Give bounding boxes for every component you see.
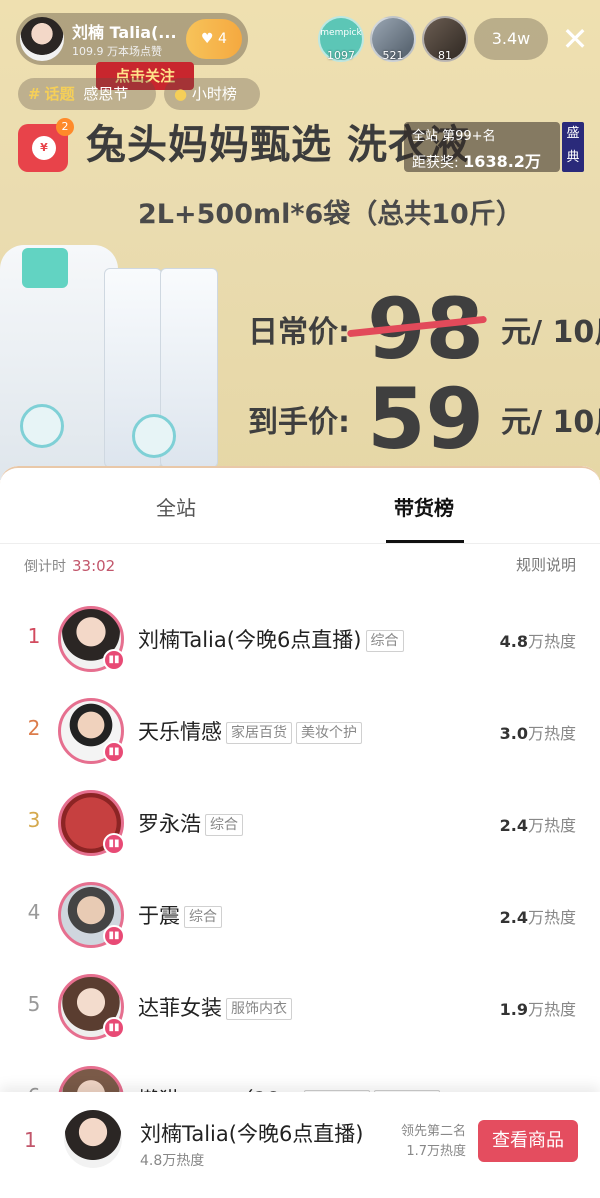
table-row[interactable]: 2 ▮▮ 天乐情感 家居百货 美妆个护 3.0万热度 (0, 686, 600, 778)
streamer-name: 刘楠Talia(今晚6点直播) 综合 (138, 624, 404, 654)
avatar[interactable]: ▮▮ (58, 606, 125, 672)
tab-site-wide[interactable]: 全站 (156, 492, 196, 521)
daily-price-label: 日常价: (248, 315, 350, 350)
viewer-count[interactable]: 3.4w (474, 18, 548, 60)
rank-number: 4 (27, 900, 41, 924)
heat-value: 2.4万热度 (499, 816, 576, 835)
rank-number: 1 (27, 624, 41, 648)
table-row[interactable]: 5 ▮▮ 达菲女装 服饰内衣 1.9万热度 (0, 962, 600, 1054)
avatar[interactable]: ▮▮ (58, 790, 125, 856)
event-badge[interactable]: 盛典 (562, 122, 584, 172)
hour-rank-pill[interactable]: ● 小时榜 (164, 78, 260, 110)
ranking-status-panel[interactable]: 全站 第99+名 距获奖: 1638.2万 (404, 122, 560, 172)
live-stream-view: 兔头妈妈甄选 洗衣液 2L+500ml*6袋（总共10斤） 日常价: 98 元/… (0, 0, 600, 480)
live-indicator-icon: ▮▮ (103, 925, 125, 947)
category-tag: 综合 (365, 630, 404, 652)
countdown: 倒计时 33:02 (24, 557, 116, 575)
avatar[interactable]: ▮▮ (58, 882, 125, 948)
avatar[interactable]: ▮▮ (58, 698, 125, 764)
category-tag: 美妆个护 (296, 722, 362, 744)
live-indicator-icon: ▮▮ (103, 833, 125, 855)
topic-pill[interactable]: # 话题 感恩节 (18, 78, 156, 110)
daily-price-value: 98 (347, 280, 488, 378)
my-rank-number: 1 (24, 1128, 37, 1152)
my-streamer-name: 刘楠Talia(今晚6点直播) (140, 1122, 364, 1146)
top-fan-avatar[interactable]: mempick 1097 (318, 16, 364, 62)
streamer-name: 天乐情感 家居百货 美妆个护 (138, 716, 362, 746)
bottle-cap-image (22, 248, 68, 288)
heat-value: 3.0万热度 (499, 724, 576, 743)
red-packet-badge: 2 (56, 118, 74, 136)
category-tag: 服饰内衣 (226, 998, 292, 1020)
rank-number: 5 (27, 992, 41, 1016)
follow-heart-button[interactable]: ♥ 4 (186, 19, 242, 59)
live-indicator-icon: ▮▮ (103, 741, 125, 763)
red-packet-icon: ¥ (32, 136, 56, 160)
category-tag: 综合 (205, 814, 243, 836)
ranking-tabs: 全站 带货榜 (0, 466, 600, 544)
rank-gap: 距获奖: 1638.2万 (412, 152, 541, 171)
live-indicator-icon: ▮▮ (103, 1017, 125, 1039)
streamer-name: 于震 综合 (138, 900, 222, 930)
tab-sales-rank[interactable]: 带货榜 (394, 492, 454, 521)
flame-icon: ● (174, 85, 188, 103)
rank-position: 全站 第99+名 (412, 129, 496, 144)
category-tag: 综合 (184, 906, 222, 928)
table-row[interactable]: 4 ▮▮ 于震 综合 2.4万热度 (0, 870, 600, 962)
heat-value: 4.8万热度 (499, 632, 576, 651)
lead-info: 领先第二名 1.7万热度 (400, 1124, 466, 1159)
rank-number: 2 (27, 716, 41, 740)
streamer-name: 达菲女装 服饰内衣 (138, 992, 292, 1022)
category-tag: 家居百货 (226, 722, 292, 744)
daily-price-row: 日常价: 98 元/ 10斤 (248, 280, 600, 378)
view-products-button[interactable]: 查看商品 (478, 1120, 578, 1162)
rank-number: 3 (27, 808, 41, 832)
heat-value: 1.9万热度 (499, 1000, 576, 1019)
streamer-name: 罗永浩 综合 (138, 808, 243, 838)
live-indicator-icon: ▮▮ (103, 649, 125, 671)
active-tab-indicator (386, 540, 464, 543)
heat-value: 2.4万热度 (499, 908, 576, 927)
host-info-pill[interactable]: 刘楠 Talia(... 109.9 万本场点赞 ♥ 4 (16, 13, 248, 65)
final-price-value: 59 (367, 370, 484, 468)
host-likes: 109.9 万本场点赞 (72, 45, 162, 58)
close-icon[interactable]: ✕ (558, 20, 592, 58)
bunny-logo-image (20, 404, 64, 448)
ranking-sheet: 全站 带货榜 倒计时 33:02 规则说明 1 ▮▮ 刘楠Talia(今晚6点直播) 综… (0, 466, 600, 1198)
my-rank-bar: 1 刘楠Talia(今晚6点直播) 4.8万热度 领先第二名 1.7万热度 查看… (0, 1092, 600, 1198)
red-packet-button[interactable]: ¥ 2 (18, 118, 74, 172)
hashtag-icon: # (28, 85, 41, 103)
host-name: 刘楠 Talia(... (72, 23, 177, 42)
avatar[interactable]: ▮▮ (58, 974, 125, 1040)
table-row[interactable]: 1 ▮▮ 刘楠Talia(今晚6点直播) 综合 4.8万热度 (0, 594, 600, 686)
host-avatar[interactable] (20, 17, 64, 61)
final-price-label: 到手价: (248, 405, 350, 440)
price-unit: 元/ 10斤 (501, 315, 600, 350)
my-heat: 4.8万热度 (140, 1153, 205, 1169)
avatar[interactable] (64, 1110, 122, 1168)
final-price-row: 到手价: 59 元/ 10斤 (248, 370, 600, 468)
top-fan-avatar[interactable]: 81 (422, 16, 468, 62)
screen-product-spec: 2L+500ml*6袋（总共10斤） (138, 199, 523, 230)
bunny-logo-image (132, 414, 176, 458)
table-row[interactable]: 3 ▮▮ 罗永浩 综合 2.4万热度 (0, 778, 600, 870)
heart-icon: ♥ (201, 31, 214, 47)
price-unit: 元/ 10斤 (501, 405, 600, 440)
rules-link[interactable]: 规则说明 (516, 554, 576, 575)
top-fan-avatar[interactable]: 521 (370, 16, 416, 62)
